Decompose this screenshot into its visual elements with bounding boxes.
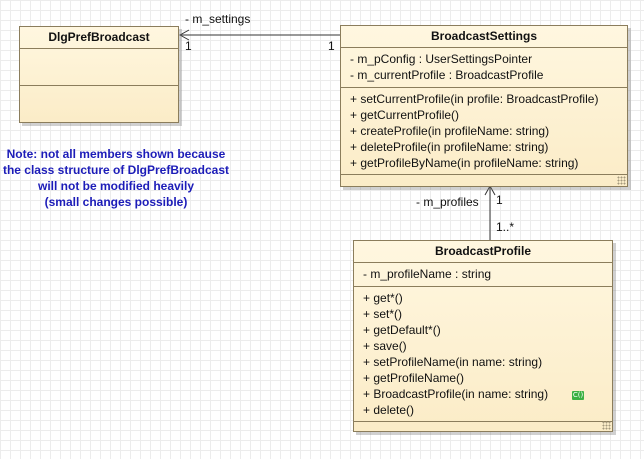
operation-broadcastprofile-constructor: + BroadcastProfile(in name: string) <box>363 387 549 401</box>
operation-createprofile: + createProfile(in profileName: string) <box>350 124 550 138</box>
attribute-m-currentprofile: - m_currentProfile : BroadcastProfile <box>350 68 544 82</box>
operation-set: + set*() <box>363 307 403 321</box>
attributes-compartment-broadcastprofile: - m_profileName : string <box>354 263 612 287</box>
operation-setcurrentprofile: + setCurrentProfile(in profile: Broadcas… <box>350 92 599 106</box>
attribute-m-pconfig: - m_pConfig : UserSettingsPointer <box>350 52 533 66</box>
operation-save: + save() <box>363 339 407 353</box>
resize-grip-broadcastsettings[interactable] <box>617 176 626 185</box>
attributes-compartment-dlgprefbroadcast <box>20 49 178 86</box>
profiles-target-multiplicity: 1..* <box>496 220 515 234</box>
operation-constructor-row: + BroadcastProfile(in name: string) C() <box>363 386 612 402</box>
operations-compartment-broadcastsettings: + setCurrentProfile(in profile: Broadcas… <box>341 88 627 175</box>
settings-role-label: - m_settings <box>185 12 251 26</box>
profiles-source-multiplicity: 1 <box>496 193 503 207</box>
operation-getdefault: + getDefault*() <box>363 323 441 337</box>
operation-getcurrentprofile: + getCurrentProfile() <box>350 108 460 122</box>
resize-grip-broadcastprofile[interactable] <box>602 421 611 430</box>
class-name-broadcastsettings: BroadcastSettings <box>341 26 627 48</box>
note-line-3: will not be modified heavily <box>37 179 195 193</box>
class-broadcastprofile[interactable]: BroadcastProfile - m_profileName : strin… <box>353 240 613 432</box>
class-dlgprefbroadcast[interactable]: DlgPrefBroadcast <box>19 26 179 123</box>
settings-source-multiplicity: 1 <box>328 39 335 53</box>
class-name-dlgprefbroadcast: DlgPrefBroadcast <box>20 27 178 49</box>
operation-get: + get*() <box>363 291 403 305</box>
constructor-icon: C() <box>572 391 585 400</box>
note-line-1: Note: not all members shown because <box>6 147 226 161</box>
class-name-broadcastprofile: BroadcastProfile <box>354 241 612 263</box>
operation-delete: + delete() <box>363 403 415 417</box>
settings-target-multiplicity: 1 <box>185 39 192 53</box>
class-broadcastsettings[interactable]: BroadcastSettings - m_pConfig : UserSett… <box>340 25 628 187</box>
profiles-role-label: - m_profiles <box>416 195 479 209</box>
operation-deleteprofile: + deleteProfile(in profileName: string) <box>350 140 549 154</box>
operation-setprofilename: + setProfileName(in name: string) <box>363 355 543 369</box>
diagram-note: Note: not all members shown because the … <box>2 146 230 210</box>
operations-compartment-broadcastprofile: + get*() + set*() + getDefault*() + save… <box>354 287 612 422</box>
operation-getprofilename: + getProfileName() <box>363 371 465 385</box>
attributes-compartment-broadcastsettings: - m_pConfig : UserSettingsPointer - m_cu… <box>341 48 627 88</box>
note-line-2: the class structure of DlgPrefBroadcast <box>2 163 230 177</box>
diagram-canvas: - m_settings 1 1 - m_profiles 1 1..* Dlg… <box>0 0 644 459</box>
operation-getprofilebyname: + getProfileByName(in profileName: strin… <box>350 156 579 170</box>
operations-compartment-dlgprefbroadcast <box>20 86 178 122</box>
note-line-4: (small changes possible) <box>44 195 188 209</box>
attribute-m-profilename: - m_profileName : string <box>363 267 492 281</box>
